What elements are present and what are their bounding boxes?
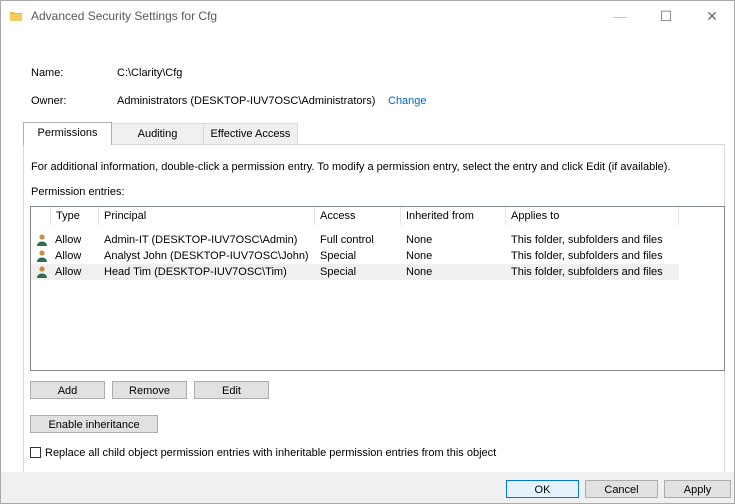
entry-type: Allow	[55, 266, 82, 278]
name-value: C:\Clarity\Cfg	[117, 67, 183, 79]
cancel-button[interactable]: Cancel	[585, 480, 658, 498]
column-header-inherited-from[interactable]: Inherited from	[401, 207, 506, 225]
apply-button[interactable]: Apply	[664, 480, 731, 498]
remove-button[interactable]: Remove	[112, 381, 187, 399]
enable-inheritance-button[interactable]: Enable inheritance	[30, 415, 158, 433]
instructions-text: For additional information, double-click…	[31, 161, 671, 173]
ok-button[interactable]: OK	[506, 480, 579, 498]
folder-icon	[10, 12, 22, 21]
entry-principal: Admin-IT (DESKTOP-IUV7OSC\Admin)	[104, 234, 298, 246]
entry-type: Allow	[55, 250, 82, 262]
advanced-security-settings-window: Advanced Security Settings for Cfg — ☐ ✕…	[0, 0, 735, 504]
list-header: Type Principal Access Inherited from App…	[31, 207, 724, 225]
title-bar[interactable]: Advanced Security Settings for Cfg — ☐ ✕	[1, 1, 734, 31]
tab-permissions[interactable]: Permissions	[23, 122, 112, 145]
entry-inherited-from: None	[406, 266, 433, 278]
maximize-button[interactable]: ☐	[643, 1, 689, 31]
name-label: Name:	[31, 67, 64, 79]
entry-inherited-from: None	[406, 234, 433, 246]
user-icon	[37, 266, 47, 278]
replace-child-permissions-label[interactable]: Replace all child object permission entr…	[45, 447, 496, 459]
entry-principal: Head Tim (DESKTOP-IUV7OSC\Tim)	[104, 266, 287, 278]
entry-principal: Analyst John (DESKTOP-IUV7OSC\John)	[104, 250, 309, 262]
user-icon	[37, 250, 47, 262]
edit-button[interactable]: Edit	[194, 381, 269, 399]
window-title: Advanced Security Settings for Cfg	[31, 9, 218, 23]
replace-child-permissions-checkbox[interactable]	[30, 447, 41, 458]
entry-inherited-from: None	[406, 250, 433, 262]
column-header-type[interactable]: Type	[51, 207, 99, 225]
owner-value: Administrators (DESKTOP-IUV7OSC\Administ…	[117, 95, 376, 107]
close-button[interactable]: ✕	[689, 1, 735, 31]
dialog-footer: OK Cancel Apply	[1, 472, 734, 503]
user-icon	[37, 234, 47, 246]
entry-access: Full control	[320, 234, 374, 246]
entry-applies-to: This folder, subfolders and files	[511, 250, 663, 262]
column-header-icon	[31, 207, 51, 225]
permission-entries-label: Permission entries:	[31, 186, 125, 198]
permission-entries-list[interactable]: Type Principal Access Inherited from App…	[30, 206, 725, 371]
entry-applies-to: This folder, subfolders and files	[511, 266, 663, 278]
change-owner-link[interactable]: Change	[388, 95, 427, 107]
minimize-button[interactable]: —	[597, 1, 643, 31]
column-header-applies-to[interactable]: Applies to	[506, 207, 679, 225]
tab-auditing[interactable]: Auditing	[111, 123, 204, 144]
permission-entry-row-selected[interactable]: Allow Head Tim (DESKTOP-IUV7OSC\Tim) Spe…	[31, 264, 679, 280]
entry-applies-to: This folder, subfolders and files	[511, 234, 663, 246]
column-header-access[interactable]: Access	[315, 207, 401, 225]
owner-label: Owner:	[31, 95, 67, 107]
entry-type: Allow	[55, 234, 82, 246]
permission-entry-row[interactable]: Allow Admin-IT (DESKTOP-IUV7OSC\Admin) F…	[31, 232, 679, 248]
tab-effective-access[interactable]: Effective Access	[203, 123, 298, 144]
entry-access: Special	[320, 266, 357, 278]
column-header-principal[interactable]: Principal	[99, 207, 315, 225]
add-button[interactable]: Add	[30, 381, 105, 399]
permission-entry-row[interactable]: Allow Analyst John (DESKTOP-IUV7OSC\John…	[31, 248, 679, 264]
entry-access: Special	[320, 250, 357, 262]
